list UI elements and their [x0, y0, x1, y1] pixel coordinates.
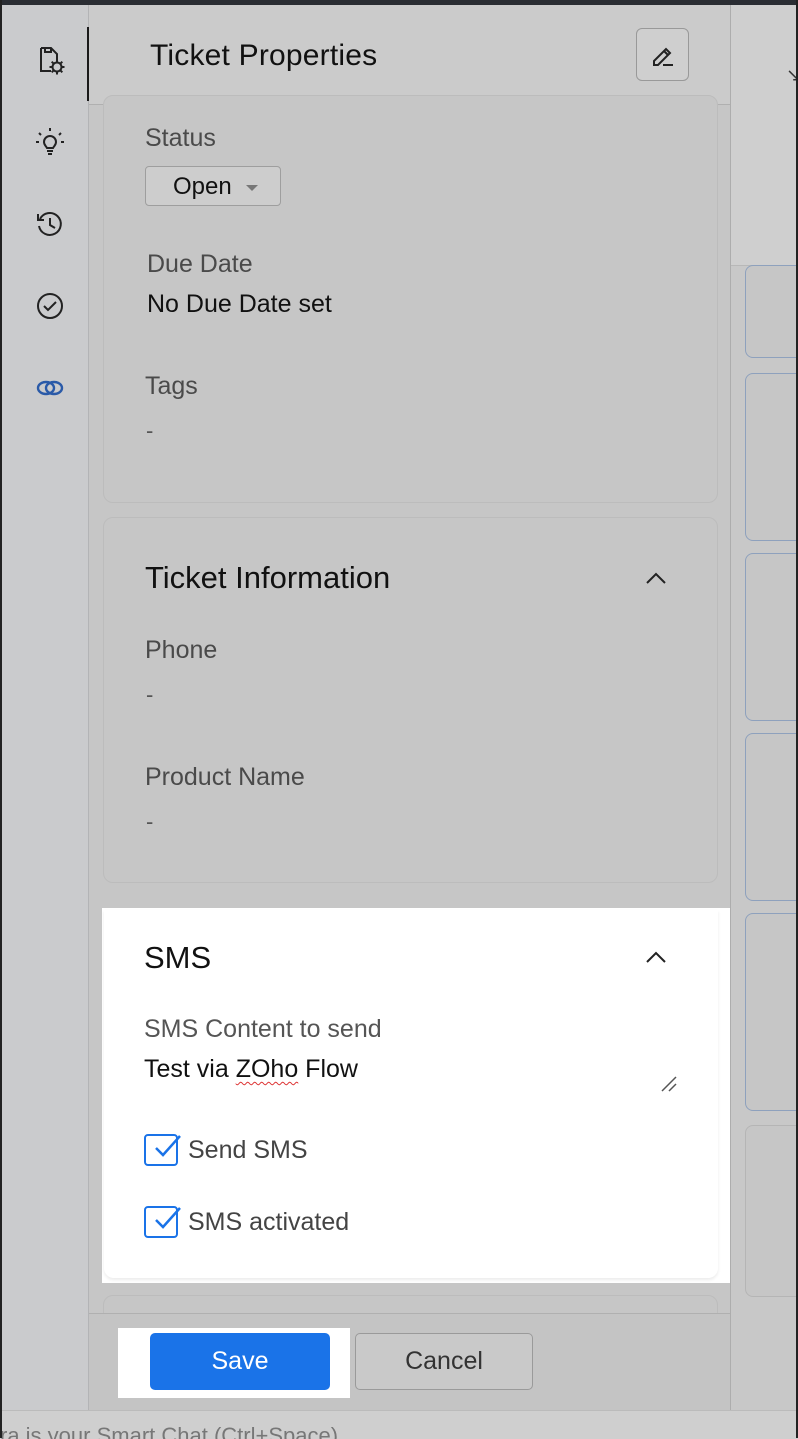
chevron-down-icon [246, 185, 258, 191]
sms-content-textarea[interactable]: Test via ZOho Flow [144, 1055, 358, 1084]
due-date-value[interactable]: No Due Date set [147, 290, 332, 319]
lightbulb-icon[interactable] [33, 125, 67, 159]
sms-text-suffix: Flow [298, 1055, 358, 1083]
due-date-label: Due Date [147, 250, 253, 278]
history-icon[interactable] [33, 207, 67, 241]
chevron-up-icon[interactable] [645, 571, 667, 585]
pencil-icon [652, 47, 673, 66]
sms-activated-label: SMS activated [188, 1208, 350, 1236]
window-left-border [0, 0, 2, 1438]
background-card [745, 1125, 798, 1297]
checkmark-icon [155, 1207, 181, 1229]
smart-chat-hint[interactable]: ra is your Smart Chat (Ctrl+Space) [0, 1423, 338, 1439]
status-value: Open [173, 173, 232, 200]
panel-header: Ticket Properties [89, 5, 730, 105]
chevron-up-icon[interactable] [645, 950, 667, 964]
sms-content-label: SMS Content to send [144, 1015, 382, 1043]
bottom-status-bar: ra is your Smart Chat (Ctrl+Space) [0, 1410, 798, 1439]
left-icon-rail [2, 5, 89, 1410]
status-label: Status [145, 124, 216, 152]
background-content-area: ↘ [731, 5, 798, 1410]
section-title: Ticket Information [145, 560, 391, 595]
background-card [745, 913, 798, 1111]
background-card [745, 265, 798, 358]
send-sms-checkbox[interactable] [144, 1134, 181, 1166]
checkmark-icon [155, 1135, 181, 1157]
product-name-label: Product Name [145, 763, 305, 791]
status-dropdown[interactable]: Open [145, 166, 281, 206]
sms-text-prefix: Test via [144, 1055, 236, 1083]
phone-label: Phone [145, 636, 218, 664]
tags-label: Tags [145, 372, 198, 400]
edit-button[interactable] [636, 28, 689, 81]
resize-handle-icon[interactable] [660, 1075, 678, 1093]
page-title: Ticket Properties [150, 39, 378, 72]
link-icon[interactable] [33, 371, 67, 405]
tags-value[interactable]: - [146, 418, 153, 444]
send-sms-label: Send SMS [188, 1136, 308, 1164]
background-card [745, 733, 798, 901]
sms-card: SMS SMS Content to send Test via ZOho Fl… [104, 910, 718, 1278]
ticket-settings-icon[interactable] [33, 43, 67, 77]
properties-card: Status Open Due Date No Due Date set Tag… [103, 95, 718, 503]
section-title: SMS [144, 940, 212, 975]
background-header: ↘ [731, 5, 798, 266]
ticket-information-card: Ticket Information Phone - Product Name … [103, 517, 718, 883]
product-name-value[interactable]: - [146, 809, 153, 835]
phone-value[interactable]: - [146, 682, 153, 708]
save-button[interactable]: Save [150, 1333, 330, 1390]
background-card [745, 553, 798, 721]
background-card [745, 373, 798, 541]
cancel-button[interactable]: Cancel [355, 1333, 533, 1390]
sms-activated-checkbox[interactable] [144, 1206, 181, 1238]
check-circle-icon[interactable] [33, 289, 67, 323]
sms-text-misspelled: ZOho [235, 1055, 299, 1083]
